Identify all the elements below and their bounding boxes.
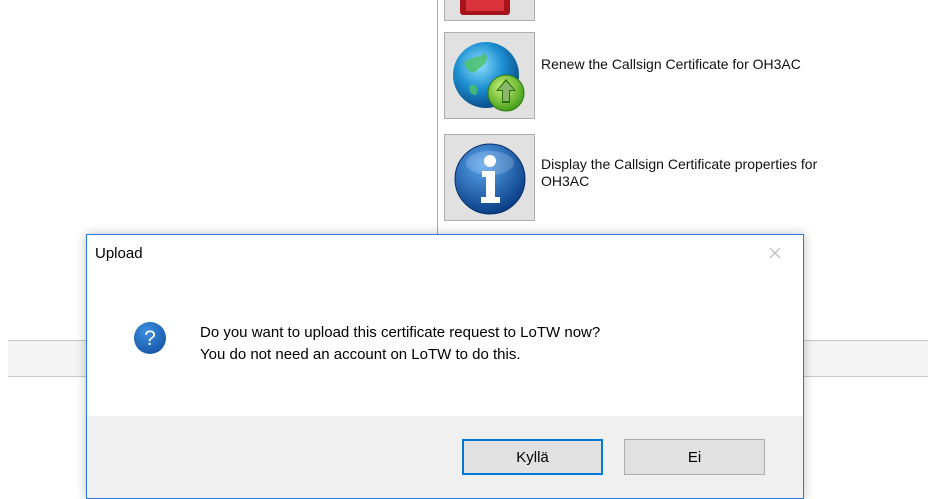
certificate-properties-label: Display the Callsign Certificate propert… [541,156,921,190]
app-window: Renew the Callsign Certificate for OH3AC… [0,0,928,499]
upload-dialog: Upload ? Do you want to upload this cert… [86,234,804,499]
certificate-action-button[interactable] [444,0,535,21]
dialog-titlebar[interactable]: Upload [87,235,803,273]
question-icon: ? [133,321,167,360]
dialog-message-area: ? Do you want to upload this certificate… [87,273,803,416]
red-certificate-icon [460,0,510,15]
dialog-message-line1: Do you want to upload this certificate r… [200,324,601,341]
panel-divider [437,0,438,240]
dialog-button-bar: Kyllä Ei [87,416,803,498]
close-icon [769,247,781,259]
renew-certificate-label: Renew the Callsign Certificate for OH3AC [541,56,801,72]
yes-button[interactable]: Kyllä [462,439,603,475]
globe-upload-icon [453,42,525,112]
certificate-properties-button[interactable] [444,134,535,221]
no-button[interactable]: Ei [624,439,765,475]
svg-text:?: ? [144,327,156,350]
dialog-message-line2: You do not need an account on LoTW to do… [200,346,521,363]
close-button[interactable] [765,243,785,263]
certificate-properties-label-line2: OH3AC [541,173,590,189]
dialog-title: Upload [95,245,143,262]
info-icon [454,143,526,215]
renew-certificate-button[interactable] [444,32,535,119]
certificate-properties-label-line1: Display the Callsign Certificate propert… [541,156,818,172]
